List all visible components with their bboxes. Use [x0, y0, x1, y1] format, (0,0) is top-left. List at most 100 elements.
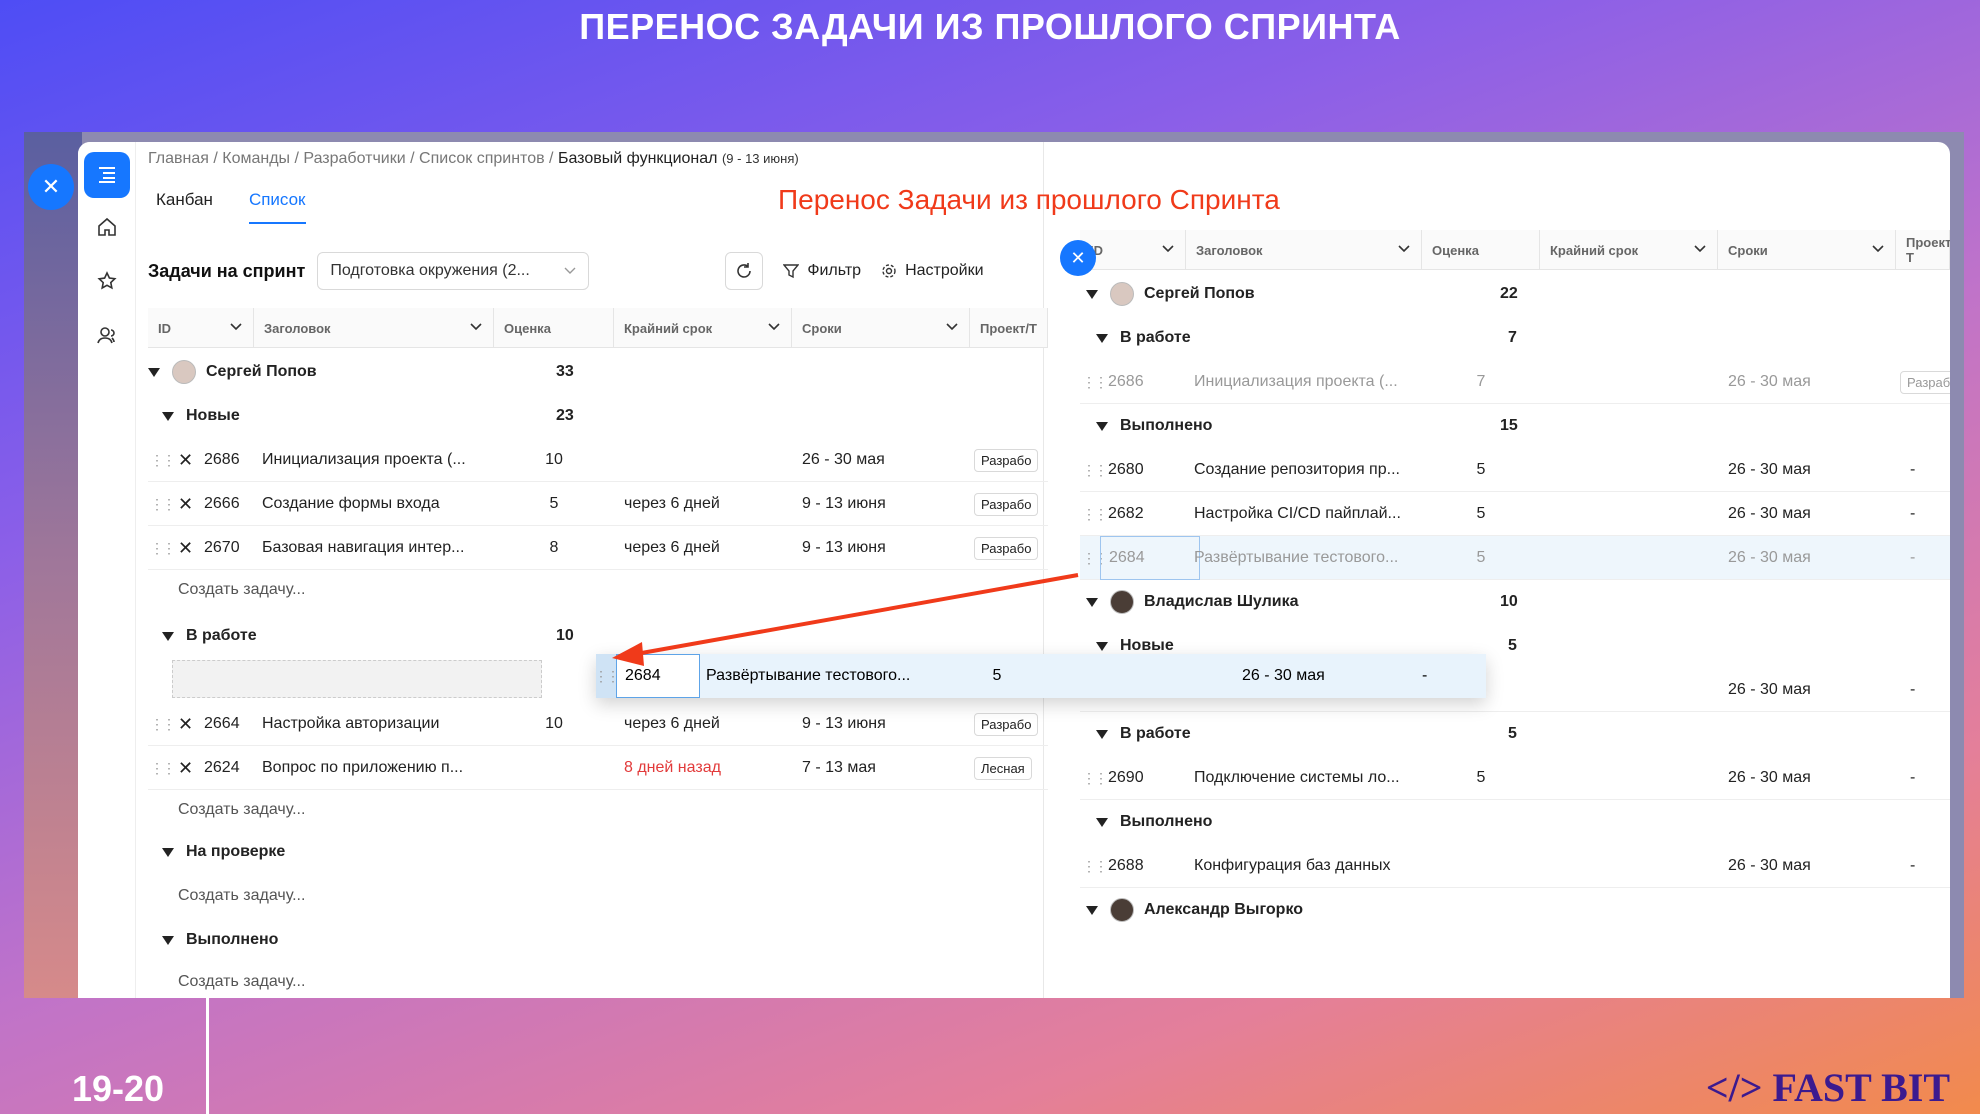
task-title[interactable]: Развёртывание тестового...: [1194, 536, 1416, 580]
collapse-icon: [148, 367, 160, 377]
drag-handle-icon[interactable]: ⋮⋮: [1082, 492, 1106, 536]
drag-handle-icon[interactable]: ⋮⋮: [1082, 844, 1106, 888]
remove-icon[interactable]: ✕: [178, 746, 193, 790]
close-panel-button[interactable]: ✕: [28, 164, 74, 210]
status-group[interactable]: В работе 10: [162, 614, 574, 658]
status-group[interactable]: Выполнено: [162, 918, 278, 962]
breadcrumb-item[interactable]: Список спринтов: [419, 150, 545, 167]
task-title[interactable]: Конфигурация баз данных: [1194, 844, 1416, 888]
col-period[interactable]: Сроки: [792, 308, 970, 348]
table-row[interactable]: ⋮⋮ 2682 Настройка CI/CD пайплай... 5 26 …: [1080, 492, 1950, 536]
remove-icon[interactable]: ✕: [178, 526, 193, 570]
drag-handle-icon[interactable]: ⋮⋮: [1082, 448, 1106, 492]
table-header: ID Заголовок Оценка Крайний срок Сроки П…: [1080, 230, 1950, 270]
table-row[interactable]: ⋮⋮ 2690 Подключение системы ло... 5 26 -…: [1080, 756, 1950, 800]
breadcrumb-item[interactable]: Главная: [148, 150, 209, 167]
status-group[interactable]: Выполнено: [1096, 800, 1946, 844]
user-group[interactable]: Александр Выгорко: [1086, 888, 1946, 932]
user-group[interactable]: Сергей Попов 33: [148, 350, 1048, 394]
table-row[interactable]: ⋮⋮ ✕ 2664 Настройка авторизации 10 через…: [148, 702, 1048, 746]
task-title[interactable]: Настройка авторизации: [262, 702, 488, 746]
drag-handle-icon[interactable]: ⋮⋮: [1082, 756, 1106, 800]
drag-handle-icon[interactable]: ⋮⋮: [1082, 360, 1106, 404]
avatar: [1110, 898, 1134, 922]
col-deadline[interactable]: Крайний срок: [1540, 230, 1718, 270]
table-row-dragging-source[interactable]: ⋮⋮ 2684 Развёртывание тестового... 5 26 …: [1080, 536, 1950, 580]
breadcrumb-item[interactable]: Команды: [222, 150, 290, 167]
col-id[interactable]: ID: [1080, 230, 1186, 270]
col-title[interactable]: Заголовок: [254, 308, 494, 348]
sprint-select[interactable]: Подготовка окружения (2...: [317, 252, 590, 290]
task-title[interactable]: Настройка CI/CD пайплай...: [1194, 492, 1416, 536]
tab-kanban[interactable]: Канбан: [156, 190, 213, 224]
table-row[interactable]: ⋮⋮ ✕ 2666 Создание формы входа 5 через 6…: [148, 482, 1048, 526]
status-group[interactable]: На проверке: [162, 830, 285, 874]
user-group[interactable]: Сергей Попов 22: [1086, 272, 1946, 316]
collapse-icon: [1096, 333, 1108, 343]
task-title[interactable]: Создание репозитория пр...: [1194, 448, 1416, 492]
task-title[interactable]: Подключение системы ло...: [1194, 756, 1416, 800]
remove-icon[interactable]: ✕: [178, 482, 193, 526]
create-task-link[interactable]: Создать задачу...: [178, 790, 305, 830]
col-deadline[interactable]: Крайний срок: [614, 308, 792, 348]
col-estimate[interactable]: Оценка: [494, 308, 614, 348]
drag-handle-icon[interactable]: ⋮⋮: [150, 526, 174, 570]
task-title[interactable]: Инициализация проекта (...: [262, 438, 488, 482]
col-title[interactable]: Заголовок: [1186, 230, 1422, 270]
app-window: Главная / Команды / Разработчики / Списо…: [78, 142, 1950, 998]
refresh-button[interactable]: [725, 252, 764, 290]
user-group[interactable]: Владислав Шулика 10: [1086, 580, 1946, 624]
status-group[interactable]: Выполнено 15: [1096, 404, 1946, 448]
task-title[interactable]: Базовая навигация интер...: [262, 526, 488, 570]
create-task-link[interactable]: Создать задачу...: [178, 962, 305, 998]
project-tag: Разрабо: [1900, 370, 1950, 394]
slide-title: ПЕРЕНОС ЗАДАЧИ ИЗ ПРОШЛОГО СПРИНТА: [579, 6, 1401, 47]
task-title[interactable]: Создание формы входа: [262, 482, 488, 526]
task-id: 2686: [1108, 373, 1144, 390]
col-period[interactable]: Сроки: [1718, 230, 1896, 270]
chevron-down-icon: [230, 323, 242, 331]
drag-handle-icon[interactable]: ⋮⋮: [150, 438, 174, 482]
drag-handle-icon[interactable]: ⋮⋮: [150, 702, 174, 746]
menu-button[interactable]: [84, 152, 130, 198]
close-backlog-button[interactable]: ✕: [1060, 240, 1096, 276]
table-row[interactable]: ⋮⋮ ✕ 2624 Вопрос по приложению п... 8 дн…: [148, 746, 1048, 790]
settings-button[interactable]: Настройки: [881, 262, 984, 280]
team-button[interactable]: [84, 312, 130, 358]
remove-icon[interactable]: ✕: [178, 702, 193, 746]
avatar: [172, 360, 196, 384]
tab-list[interactable]: Список: [248, 190, 306, 224]
drag-handle-icon[interactable]: ⋮⋮: [596, 654, 616, 698]
col-project[interactable]: Проект/Т: [970, 308, 1048, 348]
home-button[interactable]: [84, 204, 130, 250]
create-task-link[interactable]: Создать задачу...: [178, 876, 305, 916]
filter-button[interactable]: Фильтр: [783, 262, 861, 280]
status-group[interactable]: В работе 7: [1096, 316, 1946, 360]
col-project[interactable]: Проект/Т: [1896, 230, 1950, 270]
footer-divider: [206, 996, 209, 1114]
drag-handle-icon[interactable]: ⋮⋮: [150, 482, 174, 526]
dragged-task-row[interactable]: ⋮⋮ 2684 Развёртывание тестового... 5 26 …: [596, 654, 1486, 698]
toolbar: Задачи на спринт Подготовка окружения (2…: [148, 250, 1048, 292]
favorites-button[interactable]: [84, 258, 130, 304]
group-total: 23: [556, 407, 574, 424]
collapse-icon: [1096, 817, 1108, 827]
sprint-pane: Главная / Команды / Разработчики / Списо…: [136, 142, 1048, 998]
remove-icon[interactable]: ✕: [178, 438, 193, 482]
breadcrumb-item[interactable]: Разработчики: [303, 150, 405, 167]
table-row[interactable]: ⋮⋮ ✕ 2670 Базовая навигация интер... 8 ч…: [148, 526, 1048, 570]
status-group[interactable]: В работе 5: [1096, 712, 1946, 756]
col-estimate[interactable]: Оценка: [1422, 230, 1540, 270]
task-title[interactable]: Инициализация проекта (...: [1194, 360, 1416, 404]
drag-handle-icon[interactable]: ⋮⋮: [150, 746, 174, 790]
status-group[interactable]: Новые 23: [162, 394, 574, 438]
table-row[interactable]: ⋮⋮ ✕ 2686 Инициализация проекта (... 10 …: [148, 438, 1048, 482]
table-row[interactable]: ⋮⋮ 2688 Конфигурация баз данных 26 - 30 …: [1080, 844, 1950, 888]
collapse-icon: [162, 631, 174, 641]
col-id[interactable]: ID: [148, 308, 254, 348]
table-row[interactable]: ⋮⋮ 2680 Создание репозитория пр... 5 26 …: [1080, 448, 1950, 492]
group-total: 10: [556, 627, 574, 644]
task-title[interactable]: Вопрос по приложению п...: [262, 746, 488, 790]
create-task-link[interactable]: Создать задачу...: [178, 570, 305, 610]
table-row[interactable]: ⋮⋮ 2686 Инициализация проекта (... 7 26 …: [1080, 360, 1950, 404]
